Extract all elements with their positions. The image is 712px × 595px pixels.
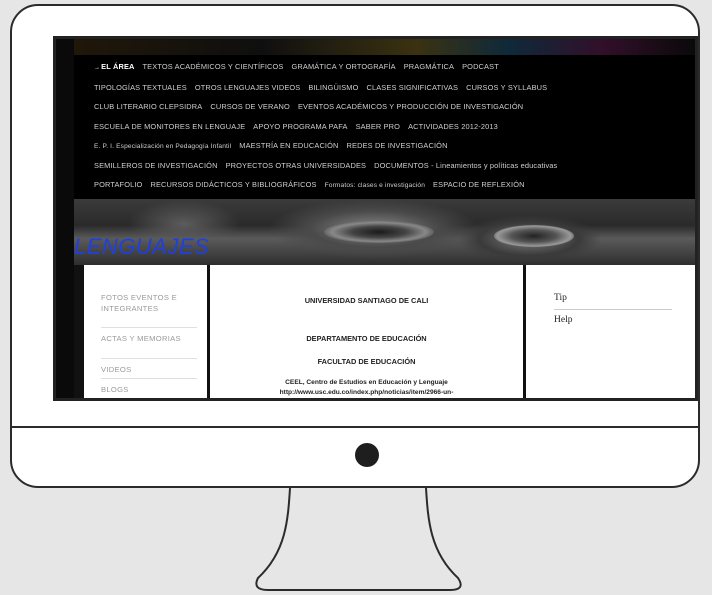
monitor-stand [255, 487, 462, 591]
